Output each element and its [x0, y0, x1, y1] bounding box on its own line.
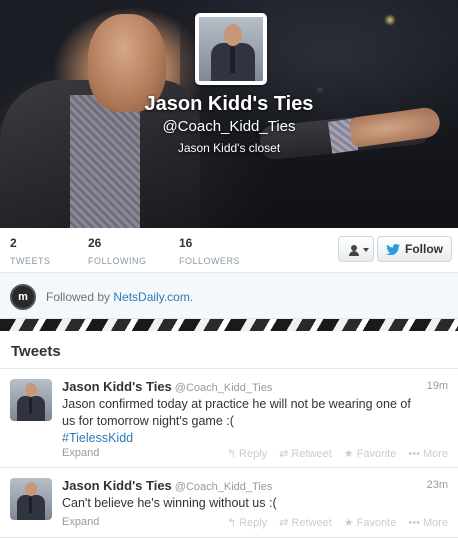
- tweet-avatar[interactable]: [10, 379, 52, 421]
- favorite-label: Favorite: [356, 447, 397, 460]
- favorite-action[interactable]: ★ Favorite: [343, 447, 397, 461]
- more-action[interactable]: ••• More: [408, 447, 448, 460]
- stat-tweets-label: TWEETS: [10, 256, 51, 266]
- profile-handle: @Coach_Kidd_Ties: [162, 118, 296, 135]
- reply-action[interactable]: ↰ Reply: [226, 516, 268, 530]
- profile-bio: Jason Kidd's closet: [177, 141, 281, 155]
- more-action[interactable]: ••• More: [408, 516, 448, 529]
- retweet-label: Retweet: [291, 516, 332, 529]
- tweet-author-handle[interactable]: @Coach_Kidd_Ties: [175, 382, 273, 394]
- avatar-image: [199, 17, 263, 81]
- tweet-actions: ↰ Reply ⇄ Retweet ★ Favorite ••• More: [226, 447, 448, 461]
- more-label: More: [422, 516, 448, 529]
- tweet-actions: ↰ Reply ⇄ Retweet ★ Favorite ••• More: [226, 516, 448, 530]
- tweet-text: Can't believe he's winning without us :(: [62, 496, 277, 510]
- stat-followers[interactable]: 16 FOLLOWERS: [179, 236, 240, 266]
- background-banner-strip: [0, 319, 458, 331]
- profile-name: Jason Kidd's Ties: [144, 93, 314, 115]
- tweet-author-name[interactable]: Jason Kidd's Ties: [62, 379, 172, 394]
- followed-by-suffix: .: [189, 290, 194, 304]
- tweet-author[interactable]: Jason Kidd's Ties @Coach_Kidd_Ties: [62, 379, 272, 394]
- reply-icon: ↰: [226, 448, 237, 460]
- twitter-bird-icon: [386, 243, 400, 255]
- reply-label: Reply: [239, 447, 268, 460]
- star-icon: ★: [343, 448, 354, 460]
- reply-icon: ↰: [226, 517, 237, 529]
- followed-by-account-link[interactable]: NetsDaily.com: [113, 290, 189, 304]
- tweets-title: Tweets: [11, 343, 61, 360]
- star-icon: ★: [343, 517, 354, 529]
- retweet-label: Retweet: [291, 447, 332, 460]
- stat-tweets-count: 2: [10, 236, 17, 250]
- user-actions-dropdown[interactable]: [338, 236, 374, 262]
- tweet-expand-link[interactable]: Expand: [62, 516, 99, 528]
- reply-label: Reply: [239, 516, 268, 529]
- tweet-expand-link[interactable]: Expand: [62, 447, 99, 459]
- more-label: More: [422, 447, 448, 460]
- tweet-timestamp[interactable]: 19m: [427, 380, 448, 392]
- stat-following-label: FOLLOWING: [88, 256, 147, 266]
- retweet-icon: ⇄: [279, 448, 289, 460]
- tweet-item[interactable]: Jason Kidd's Ties @Coach_Kidd_Ties 23m Ca…: [0, 468, 458, 538]
- stat-followers-count: 16: [179, 236, 193, 250]
- stat-following[interactable]: 26 FOLLOWING: [88, 236, 147, 266]
- followed-by-section: m Followed by NetsDaily.com.: [0, 273, 458, 319]
- retweet-action[interactable]: ⇄ Retweet: [279, 447, 332, 461]
- stat-tweets[interactable]: 2 TWEETS: [10, 236, 51, 266]
- followed-by-prefix: Followed by: [46, 290, 111, 304]
- tweet-timestamp[interactable]: 23m: [427, 479, 448, 491]
- favorite-label: Favorite: [356, 516, 397, 529]
- more-dots-icon: •••: [408, 447, 420, 460]
- more-dots-icon: •••: [408, 516, 420, 529]
- tweets-header: Tweets: [0, 331, 458, 369]
- follow-button[interactable]: Follow: [377, 236, 452, 262]
- followed-by-text: Followed by NetsDaily.com.: [46, 290, 193, 304]
- reply-action[interactable]: ↰ Reply: [226, 447, 268, 461]
- follow-button-label: Follow: [405, 242, 443, 256]
- tweet-author-name[interactable]: Jason Kidd's Ties: [62, 478, 172, 493]
- stat-following-count: 26: [88, 236, 102, 250]
- stat-followers-label: FOLLOWERS: [179, 256, 241, 266]
- tweet-text-body: Jason confirmed today at practice he wil…: [62, 397, 411, 428]
- profile-avatar[interactable]: [195, 13, 267, 85]
- tweet-text: Jason confirmed today at practice he wil…: [62, 396, 422, 447]
- tweet-hashtag[interactable]: #TielessKidd: [62, 431, 133, 445]
- chevron-down-icon: [363, 248, 369, 252]
- favorite-action[interactable]: ★ Favorite: [343, 516, 397, 530]
- retweet-icon: ⇄: [279, 517, 289, 529]
- tweet-author[interactable]: Jason Kidd's Ties @Coach_Kidd_Ties: [62, 478, 272, 493]
- tweet-avatar[interactable]: [10, 478, 52, 520]
- tweet-author-handle[interactable]: @Coach_Kidd_Ties: [175, 481, 273, 493]
- retweet-action[interactable]: ⇄ Retweet: [279, 516, 332, 530]
- netsdaily-avatar[interactable]: m: [10, 284, 36, 310]
- tweet-item[interactable]: Jason Kidd's Ties @Coach_Kidd_Ties 19m Ja…: [0, 369, 458, 468]
- user-icon-body: [349, 251, 359, 256]
